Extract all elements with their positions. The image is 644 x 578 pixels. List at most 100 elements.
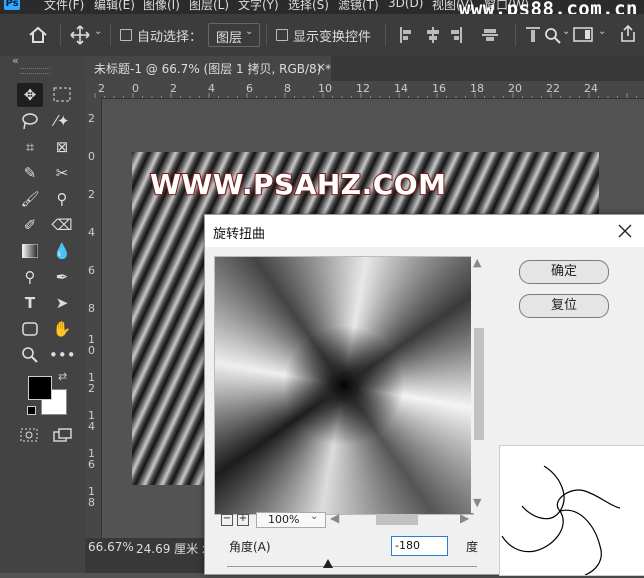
- magic-wand-tool[interactable]: ⁄✦: [49, 109, 75, 133]
- ruler-mark: 2: [88, 112, 95, 125]
- document-size: 24.69 厘米 x: [136, 542, 210, 556]
- menu-edit[interactable]: 编辑(E): [94, 0, 135, 13]
- swap-colors-icon[interactable]: ⇄: [58, 370, 67, 383]
- chevron-down-icon: ⌄: [310, 511, 319, 522]
- share-icon[interactable]: [618, 24, 638, 44]
- layer-select[interactable]: 图层 ⌄: [208, 23, 260, 47]
- frame-tool[interactable]: ⊠: [49, 135, 75, 159]
- zoom-tool[interactable]: [17, 343, 43, 367]
- menu-file[interactable]: 文件(F): [44, 0, 84, 13]
- scroll-left-icon[interactable]: ◀: [330, 511, 339, 525]
- scrollbar-thumb[interactable]: [474, 328, 484, 440]
- scroll-up-icon[interactable]: ▲: [473, 256, 481, 269]
- ruler-horizontal: 2 0 2 4 6 8 10 12 14 16 18 20 22 24: [85, 81, 644, 99]
- move-tool[interactable]: ✥: [17, 83, 43, 107]
- lasso-tool[interactable]: [17, 109, 43, 133]
- scrollbar-thumb-horizontal[interactable]: [376, 514, 418, 525]
- chevron-down-icon[interactable]: ⌄: [598, 26, 606, 37]
- foreground-color-swatch[interactable]: [28, 376, 52, 400]
- ruler-mark: 6: [88, 264, 95, 277]
- menu-bar: Ps 文件(F) 编辑(E) 图像(I) 图层(L) 文字(Y) 选择(S) 滤…: [0, 0, 644, 14]
- divider: [60, 24, 61, 46]
- distribute-icon[interactable]: [525, 26, 541, 44]
- panel-grip[interactable]: [20, 68, 50, 74]
- ruler-ticks: [94, 93, 637, 98]
- dialog-title: 旋转扭曲: [213, 227, 266, 242]
- close-icon[interactable]: [618, 224, 632, 238]
- ruler-mark: 1 8: [88, 485, 95, 509]
- angle-slider-track[interactable]: [227, 566, 477, 567]
- move-tool-icon[interactable]: [70, 25, 90, 45]
- healing-brush-tool[interactable]: ✂: [49, 161, 75, 185]
- ruler-mark: 0: [88, 150, 95, 163]
- screen-mode-icon[interactable]: [53, 428, 73, 442]
- ruler-mark: 1 4: [88, 409, 95, 433]
- document-tab[interactable]: 未标题-1 @ 66.7% (图层 1 拷贝, RGB/8) * ×: [85, 56, 331, 81]
- crop-tool[interactable]: ⌗: [17, 135, 43, 159]
- canvas-watermark-text: WWW.PSAHZ.COM: [149, 167, 447, 202]
- collapse-icon[interactable]: «: [12, 54, 19, 67]
- ruler-mark: 4: [88, 226, 95, 239]
- zoom-select[interactable]: 100% ⌄: [256, 511, 326, 528]
- home-icon[interactable]: [28, 26, 48, 44]
- menu-layer[interactable]: 图层(L): [189, 0, 229, 13]
- angle-label: 角度(A): [229, 540, 271, 554]
- ruler-vertical: 2 0 2 4 6 8 1 0 1 2 1 4 1 6 1 8: [85, 98, 102, 538]
- auto-select-label: 自动选择：: [137, 30, 203, 45]
- zoom-out-icon[interactable]: −: [221, 514, 233, 526]
- dodge-tool[interactable]: ⚲: [17, 265, 43, 289]
- ruler-mark: 1 6: [88, 447, 95, 471]
- eraser-tool[interactable]: ⌫: [49, 213, 75, 237]
- hand-tool[interactable]: ✋: [49, 317, 75, 341]
- auto-select-checkbox[interactable]: [120, 29, 132, 41]
- scroll-right-icon[interactable]: ▶: [460, 511, 469, 525]
- marquee-tool[interactable]: [49, 83, 75, 107]
- path-selection-tool[interactable]: ➤: [49, 291, 75, 315]
- twirl-curve-icon: [501, 465, 621, 576]
- default-colors-icon[interactable]: [27, 406, 36, 415]
- gradient-tool[interactable]: [17, 239, 43, 263]
- divider: [385, 24, 386, 46]
- angle-slider-thumb[interactable]: [323, 559, 333, 568]
- twirl-preview-curve: [499, 445, 644, 576]
- eyedropper-tool[interactable]: ✎: [17, 161, 43, 185]
- ruler-mark: 2: [88, 188, 95, 201]
- preview-scrollbar-vertical[interactable]: ▲ ▼: [471, 256, 487, 513]
- menu-type[interactable]: 文字(Y): [238, 0, 279, 13]
- dialog-title-bar[interactable]: 旋转扭曲: [205, 215, 644, 247]
- pen-tool[interactable]: ✒: [49, 265, 75, 289]
- show-transform-checkbox[interactable]: [276, 29, 288, 41]
- history-brush-tool[interactable]: ✐: [17, 213, 43, 237]
- tools-panel: « ✥ ⁄✦ ⌗ ⊠ ✎ ✂ 🖌 ⚲ ✐ ⌫ 💧 ⚲ ✒ T ➤ ✋ ••• ⇄: [0, 54, 86, 573]
- menu-filter[interactable]: 滤镜(T): [338, 0, 379, 13]
- filter-preview[interactable]: [214, 256, 474, 515]
- blur-tool[interactable]: 💧: [49, 239, 75, 263]
- close-icon[interactable]: ×: [316, 60, 326, 74]
- divider: [266, 24, 267, 46]
- angle-input[interactable]: -180: [391, 536, 448, 556]
- document-tab-bar: 未标题-1 @ 66.7% (图层 1 拷贝, RGB/8) * ×: [85, 56, 644, 81]
- type-tool[interactable]: T: [17, 291, 43, 315]
- workspace-icon[interactable]: [573, 26, 595, 44]
- reset-button[interactable]: 复位: [519, 294, 609, 318]
- chevron-down-icon[interactable]: ⌄: [562, 26, 570, 37]
- menu-image[interactable]: 图像(I): [143, 0, 180, 13]
- rectangle-tool[interactable]: [17, 317, 43, 341]
- zoom-in-icon[interactable]: +: [237, 514, 249, 526]
- chevron-down-icon[interactable]: ⌄: [94, 26, 102, 37]
- align-icons[interactable]: [398, 26, 508, 44]
- divider: [515, 24, 516, 46]
- scroll-down-icon[interactable]: ▼: [473, 496, 481, 509]
- clone-stamp-tool[interactable]: ⚲: [49, 187, 75, 211]
- chevron-down-icon: ⌄: [245, 26, 254, 37]
- photoshop-logo: Ps: [4, 0, 20, 10]
- quick-mask-icon[interactable]: [20, 428, 38, 442]
- menu-3d[interactable]: 3D(D): [388, 0, 423, 10]
- menu-select[interactable]: 选择(S): [288, 0, 329, 13]
- more-tools-icon[interactable]: •••: [49, 343, 76, 367]
- angle-unit: 度: [466, 540, 479, 554]
- ok-button[interactable]: 确定: [519, 260, 609, 284]
- zoom-level[interactable]: 66.67%: [88, 540, 134, 554]
- brush-tool[interactable]: 🖌: [17, 187, 43, 211]
- search-icon[interactable]: [543, 26, 563, 44]
